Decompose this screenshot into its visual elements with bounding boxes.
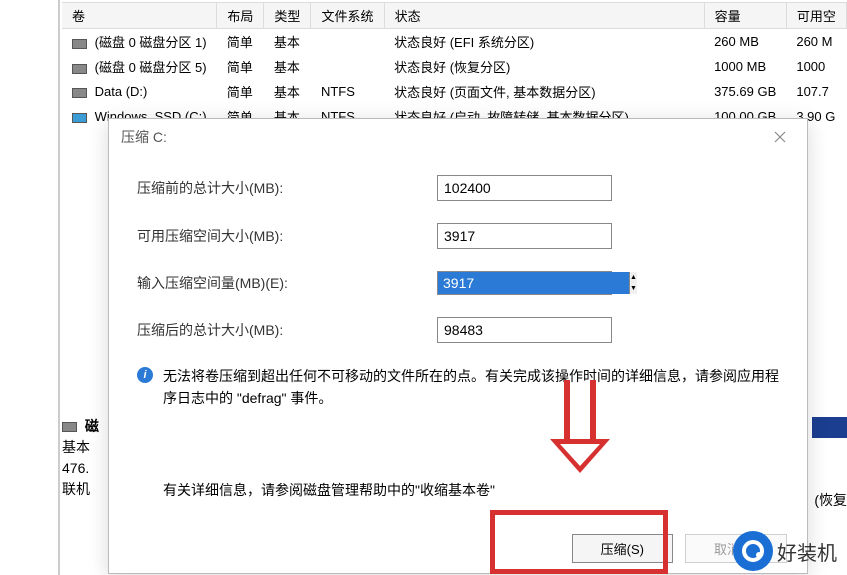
label-available-shrink: 可用压缩空间大小(MB): — [137, 226, 437, 246]
partition-stripe — [812, 417, 847, 438]
volume-icon — [72, 39, 87, 49]
spinner-down[interactable]: ▼ — [630, 283, 637, 294]
watermark-text: 好装机 — [777, 537, 837, 566]
volume-icon — [72, 113, 87, 123]
disk-status: 联机 — [62, 479, 99, 500]
cell-name: (磁盘 0 磁盘分区 5) — [95, 60, 207, 75]
volume-icon — [72, 88, 87, 98]
cell-status: 状态良好 (恢复分区) — [384, 54, 704, 79]
cell-fs: NTFS — [311, 79, 384, 104]
cell-capacity: 1000 MB — [704, 54, 786, 79]
cell-name: (磁盘 0 磁盘分区 1) — [95, 35, 207, 50]
disk-type: 基本 — [62, 437, 99, 458]
volume-table-container: 卷 布局 类型 文件系统 状态 容量 可用空 (磁盘 0 磁盘分区 1) 简单基本… — [62, 2, 847, 129]
info-text: 无法将卷压缩到超出任何不可移动的文件所在的点。有关完成该操作时间的详细信息，请参… — [163, 365, 779, 410]
cell-type: 基本 — [264, 29, 311, 55]
close-button[interactable] — [765, 127, 795, 147]
watermark: 好装机 — [733, 531, 837, 571]
cell-type: 基本 — [264, 54, 311, 79]
cell-capacity: 375.69 GB — [704, 79, 786, 104]
col-capacity[interactable]: 容量 — [704, 3, 786, 29]
shrink-button[interactable]: 压缩(S) — [572, 534, 673, 563]
shrink-amount-input[interactable] — [438, 272, 629, 294]
cell-name: Data (D:) — [95, 84, 148, 99]
label-total-after: 压缩后的总计大小(MB): — [137, 320, 437, 340]
partition-label-partial: (恢复 — [814, 490, 847, 510]
value-total-before: 102400 — [437, 175, 612, 201]
label-total-before: 压缩前的总计大小(MB): — [137, 178, 437, 198]
dialog-title-bar: 压缩 C: — [109, 119, 807, 155]
col-volume[interactable]: 卷 — [62, 3, 217, 29]
cell-fs — [311, 54, 384, 79]
help-text: 有关详细信息，请参阅磁盘管理帮助中的"收缩基本卷" — [163, 480, 779, 500]
cell-type: 基本 — [264, 79, 311, 104]
cell-free: 260 M — [786, 29, 846, 55]
spinner-up[interactable]: ▲ — [630, 272, 637, 283]
volume-table: 卷 布局 类型 文件系统 状态 容量 可用空 (磁盘 0 磁盘分区 1) 简单基本… — [62, 3, 847, 129]
table-row[interactable]: Data (D:) 简单基本NTFS状态良好 (页面文件, 基本数据分区)375.… — [62, 79, 847, 104]
col-type[interactable]: 类型 — [264, 3, 311, 29]
table-row[interactable]: (磁盘 0 磁盘分区 1) 简单基本 状态良好 (EFI 系统分区)260 MB26… — [62, 29, 847, 55]
cell-capacity: 260 MB — [704, 29, 786, 55]
table-header-row: 卷 布局 类型 文件系统 状态 容量 可用空 — [62, 3, 847, 29]
cell-layout: 简单 — [217, 29, 264, 55]
shrink-amount-input-wrap: ▲ ▼ — [437, 271, 612, 295]
info-icon: i — [137, 367, 153, 383]
col-free[interactable]: 可用空 — [786, 3, 846, 29]
label-shrink-amount: 输入压缩空间量(MB)(E): — [137, 273, 437, 293]
cell-fs — [311, 29, 384, 55]
cell-layout: 简单 — [217, 54, 264, 79]
dialog-title: 压缩 C: — [121, 127, 167, 147]
table-row[interactable]: (磁盘 0 磁盘分区 5) 简单基本 状态良好 (恢复分区)1000 MB1000 — [62, 54, 847, 79]
disk-label: 磁 — [85, 418, 99, 434]
cell-free: 107.7 — [786, 79, 846, 104]
disk-size: 476. — [62, 458, 99, 479]
col-layout[interactable]: 布局 — [217, 3, 264, 29]
col-filesystem[interactable]: 文件系统 — [311, 3, 384, 29]
value-total-after: 98483 — [437, 317, 612, 343]
cell-layout: 简单 — [217, 79, 264, 104]
shrink-dialog: 压缩 C: 压缩前的总计大小(MB): 102400 可用压缩空间大小(MB):… — [108, 118, 808, 574]
cell-status: 状态良好 (页面文件, 基本数据分区) — [384, 79, 704, 104]
value-available-shrink: 3917 — [437, 223, 612, 249]
volume-icon — [72, 64, 87, 74]
close-icon — [774, 131, 786, 143]
disk-summary: 磁 基本 476. 联机 — [62, 416, 99, 500]
cell-status: 状态良好 (EFI 系统分区) — [384, 29, 704, 55]
col-status[interactable]: 状态 — [384, 3, 704, 29]
cell-free: 1000 — [786, 54, 846, 79]
watermark-logo-icon — [733, 531, 773, 571]
disk-icon — [62, 422, 77, 432]
